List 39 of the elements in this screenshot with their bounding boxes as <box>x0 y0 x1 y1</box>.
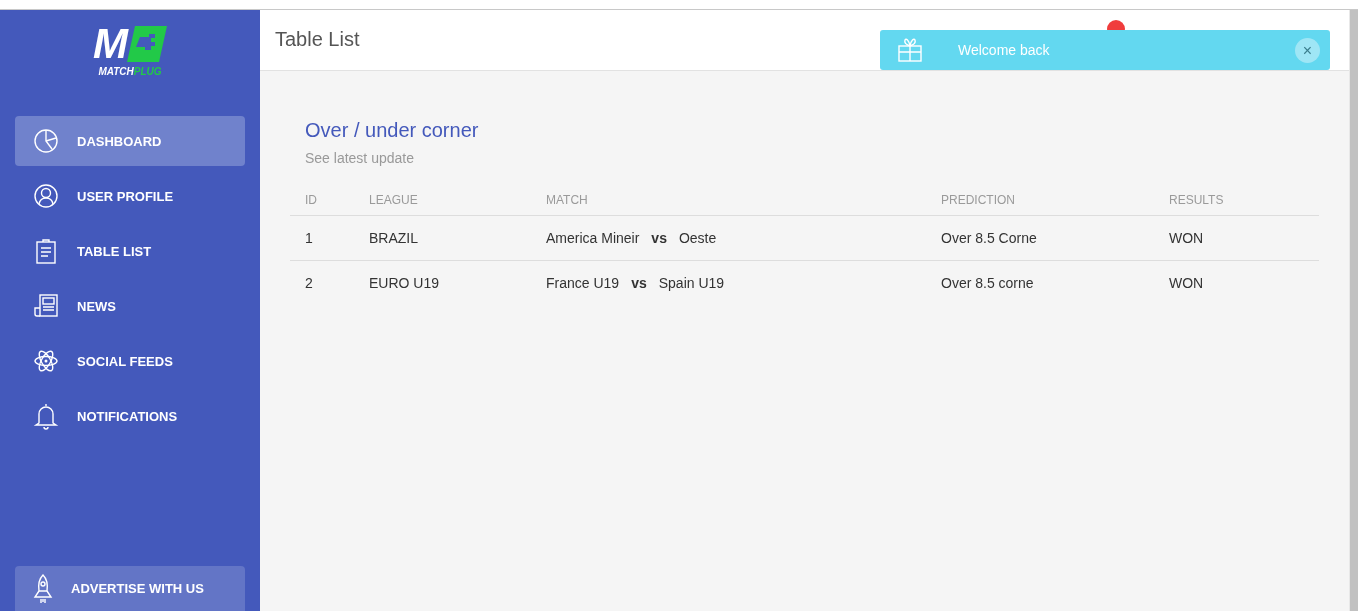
column-header: RESULTS <box>1154 193 1319 216</box>
league-cell: BRAZIL <box>354 215 531 261</box>
card-subtitle: See latest update <box>305 150 415 166</box>
scrollbar[interactable] <box>1349 10 1358 611</box>
nav-item[interactable]: TABLE LIST <box>15 226 245 276</box>
result-cell: WON <box>1154 215 1319 261</box>
gift-icon <box>897 37 923 63</box>
close-button[interactable]: × <box>1295 37 1320 63</box>
result-cell: WON <box>1154 260 1319 305</box>
logo-text: MATCHPLUG <box>98 66 162 77</box>
clipboard-icon <box>33 238 59 264</box>
id-cell: 2 <box>290 260 354 305</box>
atom-icon <box>33 348 59 374</box>
nav-item[interactable]: NEWS <box>15 281 245 331</box>
column-header: LEAGUE <box>354 193 531 216</box>
match-cell: France U19 vs Spain U19 <box>531 260 926 305</box>
match-cell: America Mineir vs Oeste <box>531 215 926 261</box>
user-icon <box>33 183 59 209</box>
newspaper-icon <box>33 293 59 319</box>
bell-icon <box>33 402 59 430</box>
rocket-icon <box>33 573 53 604</box>
nav-item[interactable]: NOTIFICATIONS <box>15 391 245 441</box>
league-cell: EURO U19 <box>354 260 531 305</box>
plug-logo-icon <box>127 26 167 62</box>
nav-item[interactable]: USER PROFILE <box>15 171 245 221</box>
prediction-cell: Over 8.5 Corne <box>926 215 1154 261</box>
nav-item[interactable]: DASHBOARD <box>15 116 245 166</box>
toast-message: Welcome back <box>958 42 1051 58</box>
logo-letter: M <box>93 24 126 64</box>
column-header: MATCH <box>531 193 926 216</box>
page-title: Table List <box>275 27 360 51</box>
prediction-cell: Over 8.5 corne <box>926 260 1154 305</box>
nav-item[interactable]: SOCIAL FEEDS <box>15 336 245 386</box>
id-cell: 1 <box>290 215 354 261</box>
column-header: ID <box>290 193 354 216</box>
advertise-button[interactable]: ADVERTISE WITH US <box>15 566 245 611</box>
pie-chart-icon <box>33 128 59 154</box>
column-header: PREDICTION <box>926 193 1154 216</box>
card-title: Over / under corner <box>305 119 480 142</box>
